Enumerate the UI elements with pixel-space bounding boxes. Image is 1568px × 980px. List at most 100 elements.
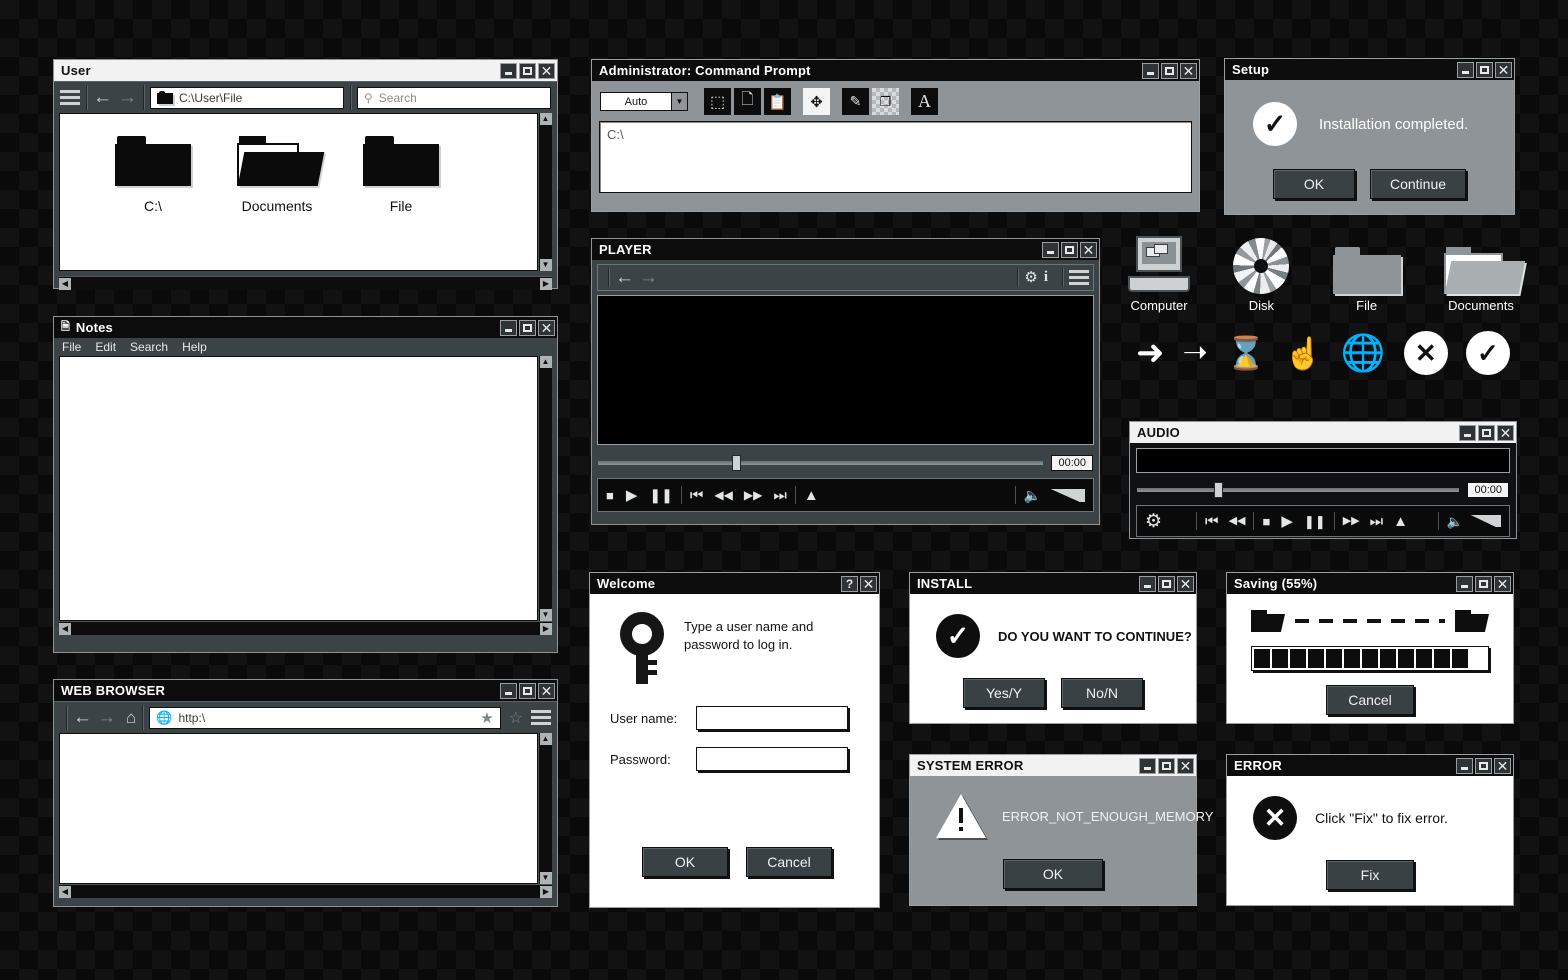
error-buttons[interactable]: Fix <box>1227 860 1513 890</box>
maximize-button[interactable] <box>1161 62 1178 79</box>
maximize-button[interactable] <box>1158 575 1175 592</box>
pause-button[interactable]: ❚❚ <box>649 488 672 502</box>
welcome-buttons[interactable]: OK Cancel <box>642 847 879 877</box>
titlebar-setup[interactable]: Setup ✕ <box>1225 59 1514 80</box>
scroll-left-button[interactable]: ◀ <box>59 277 71 290</box>
cancel-button[interactable]: Cancel <box>1326 685 1414 715</box>
cancel-button[interactable]: Cancel <box>746 847 832 877</box>
player-toolbar[interactable]: ← → ⚙ i <box>597 264 1094 291</box>
ok-button[interactable]: OK <box>1003 859 1103 889</box>
titlebar-system-error[interactable]: SYSTEM ERROR ✕ <box>910 755 1196 776</box>
url-input[interactable]: 🌐 http:\ ★ <box>149 706 501 729</box>
icon-documents[interactable]: Documents <box>1443 247 1526 313</box>
dialog-saving[interactable]: Saving (55%) ✕ Cancel <box>1226 572 1514 724</box>
titlebar-audio[interactable]: AUDIO ✕ <box>1130 422 1516 443</box>
player-seek-row[interactable]: 00:00 <box>598 455 1093 471</box>
titlebar-welcome[interactable]: Welcome ? ✕ <box>590 573 879 594</box>
dialog-setup[interactable]: Setup ✕ ✓ Installation completed. OK Con… <box>1224 58 1515 215</box>
menu-item-file[interactable]: File <box>62 340 81 354</box>
horizontal-scrollbar[interactable]: ◀ ▶ <box>59 884 552 898</box>
close-button[interactable]: ✕ <box>1494 575 1511 592</box>
window-controls[interactable]: ✕ <box>500 682 555 699</box>
titlebar-saving[interactable]: Saving (55%) ✕ <box>1227 573 1513 594</box>
window-controls[interactable]: ✕ <box>1457 61 1512 78</box>
stop-button[interactable]: ■ <box>1262 515 1270 528</box>
icon-computer[interactable]: Computer <box>1128 236 1190 313</box>
volume-slider[interactable] <box>1471 515 1501 527</box>
hand-pointer-icon[interactable]: ☝ <box>1284 338 1323 369</box>
file-item[interactable]: File <box>363 136 439 270</box>
cursor-arrow-icon[interactable]: ➜ <box>1136 336 1165 370</box>
vertical-scrollbar[interactable]: ▲ ▼ <box>538 113 552 271</box>
rewind-button[interactable]: ◀◀ <box>714 489 732 501</box>
previous-button[interactable]: ⏮ <box>690 488 704 503</box>
titlebar-install[interactable]: INSTALL ✕ <box>910 573 1196 594</box>
mute-icon[interactable]: 🔈 <box>1024 488 1041 502</box>
seek-handle[interactable] <box>731 455 741 471</box>
cmd-toolbar[interactable]: Auto ▼ ⬚ 🗋 📋 ✥ ✎ ❐ A <box>592 81 1199 121</box>
menu-bar[interactable]: File Edit Search Help <box>54 338 557 356</box>
check-circle-icon[interactable]: ✓ <box>1465 331 1510 375</box>
file-item[interactable]: Documents <box>237 136 325 270</box>
maximize-button[interactable] <box>519 62 536 79</box>
pause-button[interactable]: ❚❚ <box>1304 515 1326 528</box>
dialog-welcome[interactable]: Welcome ? ✕ Type a user name and passwor… <box>589 572 880 908</box>
dialog-error[interactable]: ERROR ✕ ✕ Click "Fix" to fix error. Fix <box>1226 754 1514 906</box>
horizontal-scrollbar[interactable]: ◀ ▶ <box>59 276 552 290</box>
window-controls[interactable]: ✕ <box>1139 757 1194 774</box>
minimize-button[interactable] <box>1042 241 1059 258</box>
scroll-down-button[interactable]: ▼ <box>539 872 552 884</box>
back-arrow-icon[interactable]: ← <box>615 268 634 287</box>
explorer-toolbar[interactable]: ← → C:\User\File ⚲ Search <box>54 81 557 113</box>
browser-toolbar[interactable]: ← → ⌂ 🌐 http:\ ★ ☆ <box>54 701 557 733</box>
window-controls[interactable]: ✕ <box>500 319 555 336</box>
window-browser[interactable]: WEB BROWSER ✕ ← → ⌂ 🌐 http:\ ★ ☆ ▲ ▼ ◀ ▶ <box>53 679 558 907</box>
window-player[interactable]: PLAYER ✕ ← → ⚙ i 00:00 ■ ▶ ❚❚ ⏮ ◀◀ ▶▶ ⏭ … <box>591 238 1100 525</box>
minimize-button[interactable] <box>1456 575 1473 592</box>
hamburger-icon[interactable] <box>60 90 80 105</box>
close-button[interactable]: ✕ <box>860 575 877 592</box>
scroll-left-button[interactable]: ◀ <box>59 622 71 635</box>
file-item[interactable]: C:\ <box>115 136 191 270</box>
titlebar-command-prompt[interactable]: Administrator: Command Prompt ✕ <box>592 60 1199 81</box>
font-size-dropdown[interactable]: Auto ▼ <box>600 92 688 111</box>
menu-item-edit[interactable]: Edit <box>95 340 116 354</box>
maximize-button[interactable] <box>1475 757 1492 774</box>
scroll-up-button[interactable]: ▲ <box>539 733 552 745</box>
eject-button[interactable]: ▲ <box>1393 514 1408 529</box>
dialog-install[interactable]: INSTALL ✕ ✓ DO YOU WANT TO CONTINUE? Yes… <box>909 572 1197 724</box>
install-buttons[interactable]: Yes/Y No/N <box>910 678 1196 708</box>
scroll-right-button[interactable]: ▶ <box>540 622 552 635</box>
window-icon[interactable]: ❐ <box>872 88 899 115</box>
close-button[interactable]: ✕ <box>538 62 555 79</box>
home-icon[interactable]: ⌂ <box>126 709 136 726</box>
fix-button[interactable]: Fix <box>1326 860 1414 890</box>
scroll-right-button[interactable]: ▶ <box>540 885 552 898</box>
minimize-button[interactable] <box>1142 62 1159 79</box>
minimize-button[interactable] <box>1139 575 1156 592</box>
close-button[interactable]: ✕ <box>538 682 555 699</box>
eject-button[interactable]: ▲ <box>804 488 819 503</box>
seek-slider[interactable] <box>1137 482 1460 498</box>
menu-item-help[interactable]: Help <box>182 340 207 354</box>
console-output[interactable]: C:\ <box>599 121 1192 193</box>
video-viewport[interactable] <box>597 295 1094 445</box>
back-arrow-icon[interactable]: ← <box>93 88 112 107</box>
window-user[interactable]: User ✕ ← → C:\User\File ⚲ Search C:\ Doc… <box>53 59 558 290</box>
scroll-right-button[interactable]: ▶ <box>540 277 552 290</box>
paste-icon[interactable]: 📋 <box>764 88 791 115</box>
next-button[interactable]: ⏭ <box>1370 514 1384 529</box>
close-button[interactable]: ✕ <box>1497 424 1514 441</box>
play-button[interactable]: ▶ <box>1281 514 1293 529</box>
gear-icon[interactable]: ⚙ <box>1024 270 1037 285</box>
edit-icon[interactable]: ✎ <box>842 88 869 115</box>
close-button[interactable]: ✕ <box>1080 241 1097 258</box>
minimize-button[interactable] <box>500 319 517 336</box>
audio-seek-row[interactable]: 00:00 <box>1137 482 1509 498</box>
window-audio[interactable]: AUDIO ✕ 00:00 ⚙ ⏮ ◀◀ ■ ▶ ❚❚ ▶▶ ⏭ ▲ 🔈 <box>1129 421 1517 539</box>
setup-buttons[interactable]: OK Continue <box>1225 169 1514 199</box>
ok-button[interactable]: OK <box>642 847 728 877</box>
window-notes[interactable]: 🗎 Notes ✕ File Edit Search Help ▲ ▼ ◀ ▶ <box>53 316 558 653</box>
system-error-buttons[interactable]: OK <box>910 859 1196 889</box>
horizontal-scrollbar[interactable]: ◀ ▶ <box>59 621 552 635</box>
